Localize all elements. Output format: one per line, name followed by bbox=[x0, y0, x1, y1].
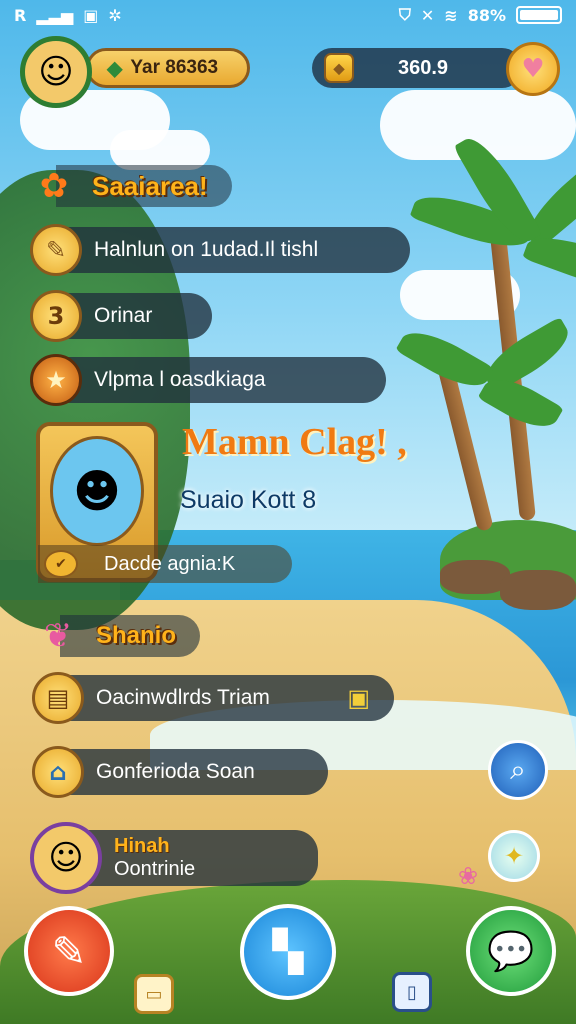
number-3-icon: 3 bbox=[30, 290, 82, 342]
friend-name: Hinah bbox=[114, 835, 170, 857]
shop-item-0[interactable]: ▤ Oacinwdlrds Triam ▣ bbox=[32, 672, 394, 724]
username: Yar 86363 bbox=[130, 57, 219, 78]
card-icon: ▭ bbox=[145, 983, 163, 1005]
card-character-icon: ☻ bbox=[50, 436, 144, 546]
friend-avatar: ☺ bbox=[30, 822, 102, 894]
rock bbox=[500, 570, 576, 610]
friend-status: Oontrinie bbox=[114, 858, 196, 880]
heart-button[interactable]: ♥ bbox=[506, 42, 560, 96]
door-icon: ▯ bbox=[407, 981, 417, 1003]
shop-section-header: ❦ Shanio bbox=[32, 610, 201, 662]
butterfly-icon: ❀ bbox=[458, 862, 479, 890]
battery-icon bbox=[516, 6, 562, 24]
heart-icon: ♥ bbox=[521, 54, 545, 84]
menu-title: Saaiarea! bbox=[92, 170, 208, 201]
menu-item-2[interactable]: ★ Vlpma l oasdkiaga bbox=[30, 354, 386, 406]
status-bar: R ▂▃▅ ▣ ✲ ⛉ ✕ ≋ 88% bbox=[0, 0, 576, 30]
shop-item-label: Oacinwdlrds Triam bbox=[96, 686, 270, 709]
shop-item-label: Gonferioda Soan bbox=[60, 749, 328, 795]
menu-section-header: ✿ Saaiarea! bbox=[28, 160, 232, 212]
player-avatar[interactable]: ☺ bbox=[20, 36, 92, 108]
chat-button[interactable]: 💬 bbox=[466, 906, 556, 996]
menu-item-0[interactable]: ✎ Halnlun on 1udad.Il tishl bbox=[30, 224, 410, 276]
map-button[interactable]: ▚ bbox=[240, 904, 336, 1000]
promo-subtitle: Suaio Kott 8 bbox=[180, 486, 317, 514]
shop-title: Shanio bbox=[96, 622, 177, 649]
signal-icon: ▂▃▅ bbox=[36, 5, 74, 25]
notification-icon: ▣ bbox=[83, 5, 99, 25]
check-icon: ✔ bbox=[44, 550, 78, 578]
shop-item-pill: Oacinwdlrds Triam ▣ bbox=[60, 675, 394, 721]
menu-item-label: Vlpma l oasdkiaga bbox=[58, 357, 386, 403]
chest-icon: ▤ bbox=[32, 672, 84, 724]
shell-icon: ❦ bbox=[43, 616, 73, 656]
chat-bubble-icon: 💬 bbox=[487, 928, 535, 973]
mute-icon: ✕ bbox=[420, 5, 435, 25]
gift-icon: ▣ bbox=[347, 684, 370, 712]
grid-icon: ▚ bbox=[272, 929, 304, 975]
coin-icon: ◆ bbox=[324, 53, 354, 83]
search-icon: ⌕ bbox=[510, 753, 526, 786]
battery-percent: 88% bbox=[467, 5, 506, 25]
pencil-icon: ✎ bbox=[51, 926, 87, 976]
bow-icon: ✿ bbox=[39, 166, 69, 206]
username-pill[interactable]: ◆ Yar 86363 bbox=[86, 48, 250, 88]
bonus-button[interactable]: ✦ bbox=[488, 830, 540, 882]
gem-icon: ◆ bbox=[107, 57, 123, 80]
door-button[interactable]: ▯ bbox=[392, 972, 432, 1012]
fish-icon: ✦ bbox=[503, 842, 525, 870]
promo-title: Mamn Clag! , bbox=[182, 421, 407, 463]
carrier-label: R bbox=[14, 5, 27, 25]
shop-item-1[interactable]: ⌂ Gonferioda Soan bbox=[32, 746, 328, 798]
card-button[interactable]: ▭ bbox=[134, 974, 174, 1014]
coin-amount: 360.9 bbox=[398, 56, 449, 79]
star-icon: ★ bbox=[30, 354, 82, 406]
search-button[interactable]: ⌕ bbox=[488, 740, 548, 800]
pencil-icon: ✎ bbox=[30, 224, 82, 276]
shield-icon: ⛉ bbox=[398, 5, 411, 24]
wifi-icon: ≋ bbox=[444, 5, 458, 25]
menu-item-label: Halnlun on 1udad.Il tishl bbox=[58, 227, 410, 273]
friend-profile[interactable]: ☺ Hinah Oontrinie bbox=[30, 822, 318, 894]
coin-counter[interactable]: ◆ 360.9 bbox=[312, 48, 522, 88]
edit-button[interactable]: ✎ bbox=[24, 906, 114, 996]
menu-item-1[interactable]: 3 Orinar bbox=[30, 290, 212, 342]
house-icon: ⌂ bbox=[32, 746, 84, 798]
avatar-face-icon: ☺ bbox=[38, 52, 74, 92]
settings-icon: ✲ bbox=[108, 5, 122, 25]
